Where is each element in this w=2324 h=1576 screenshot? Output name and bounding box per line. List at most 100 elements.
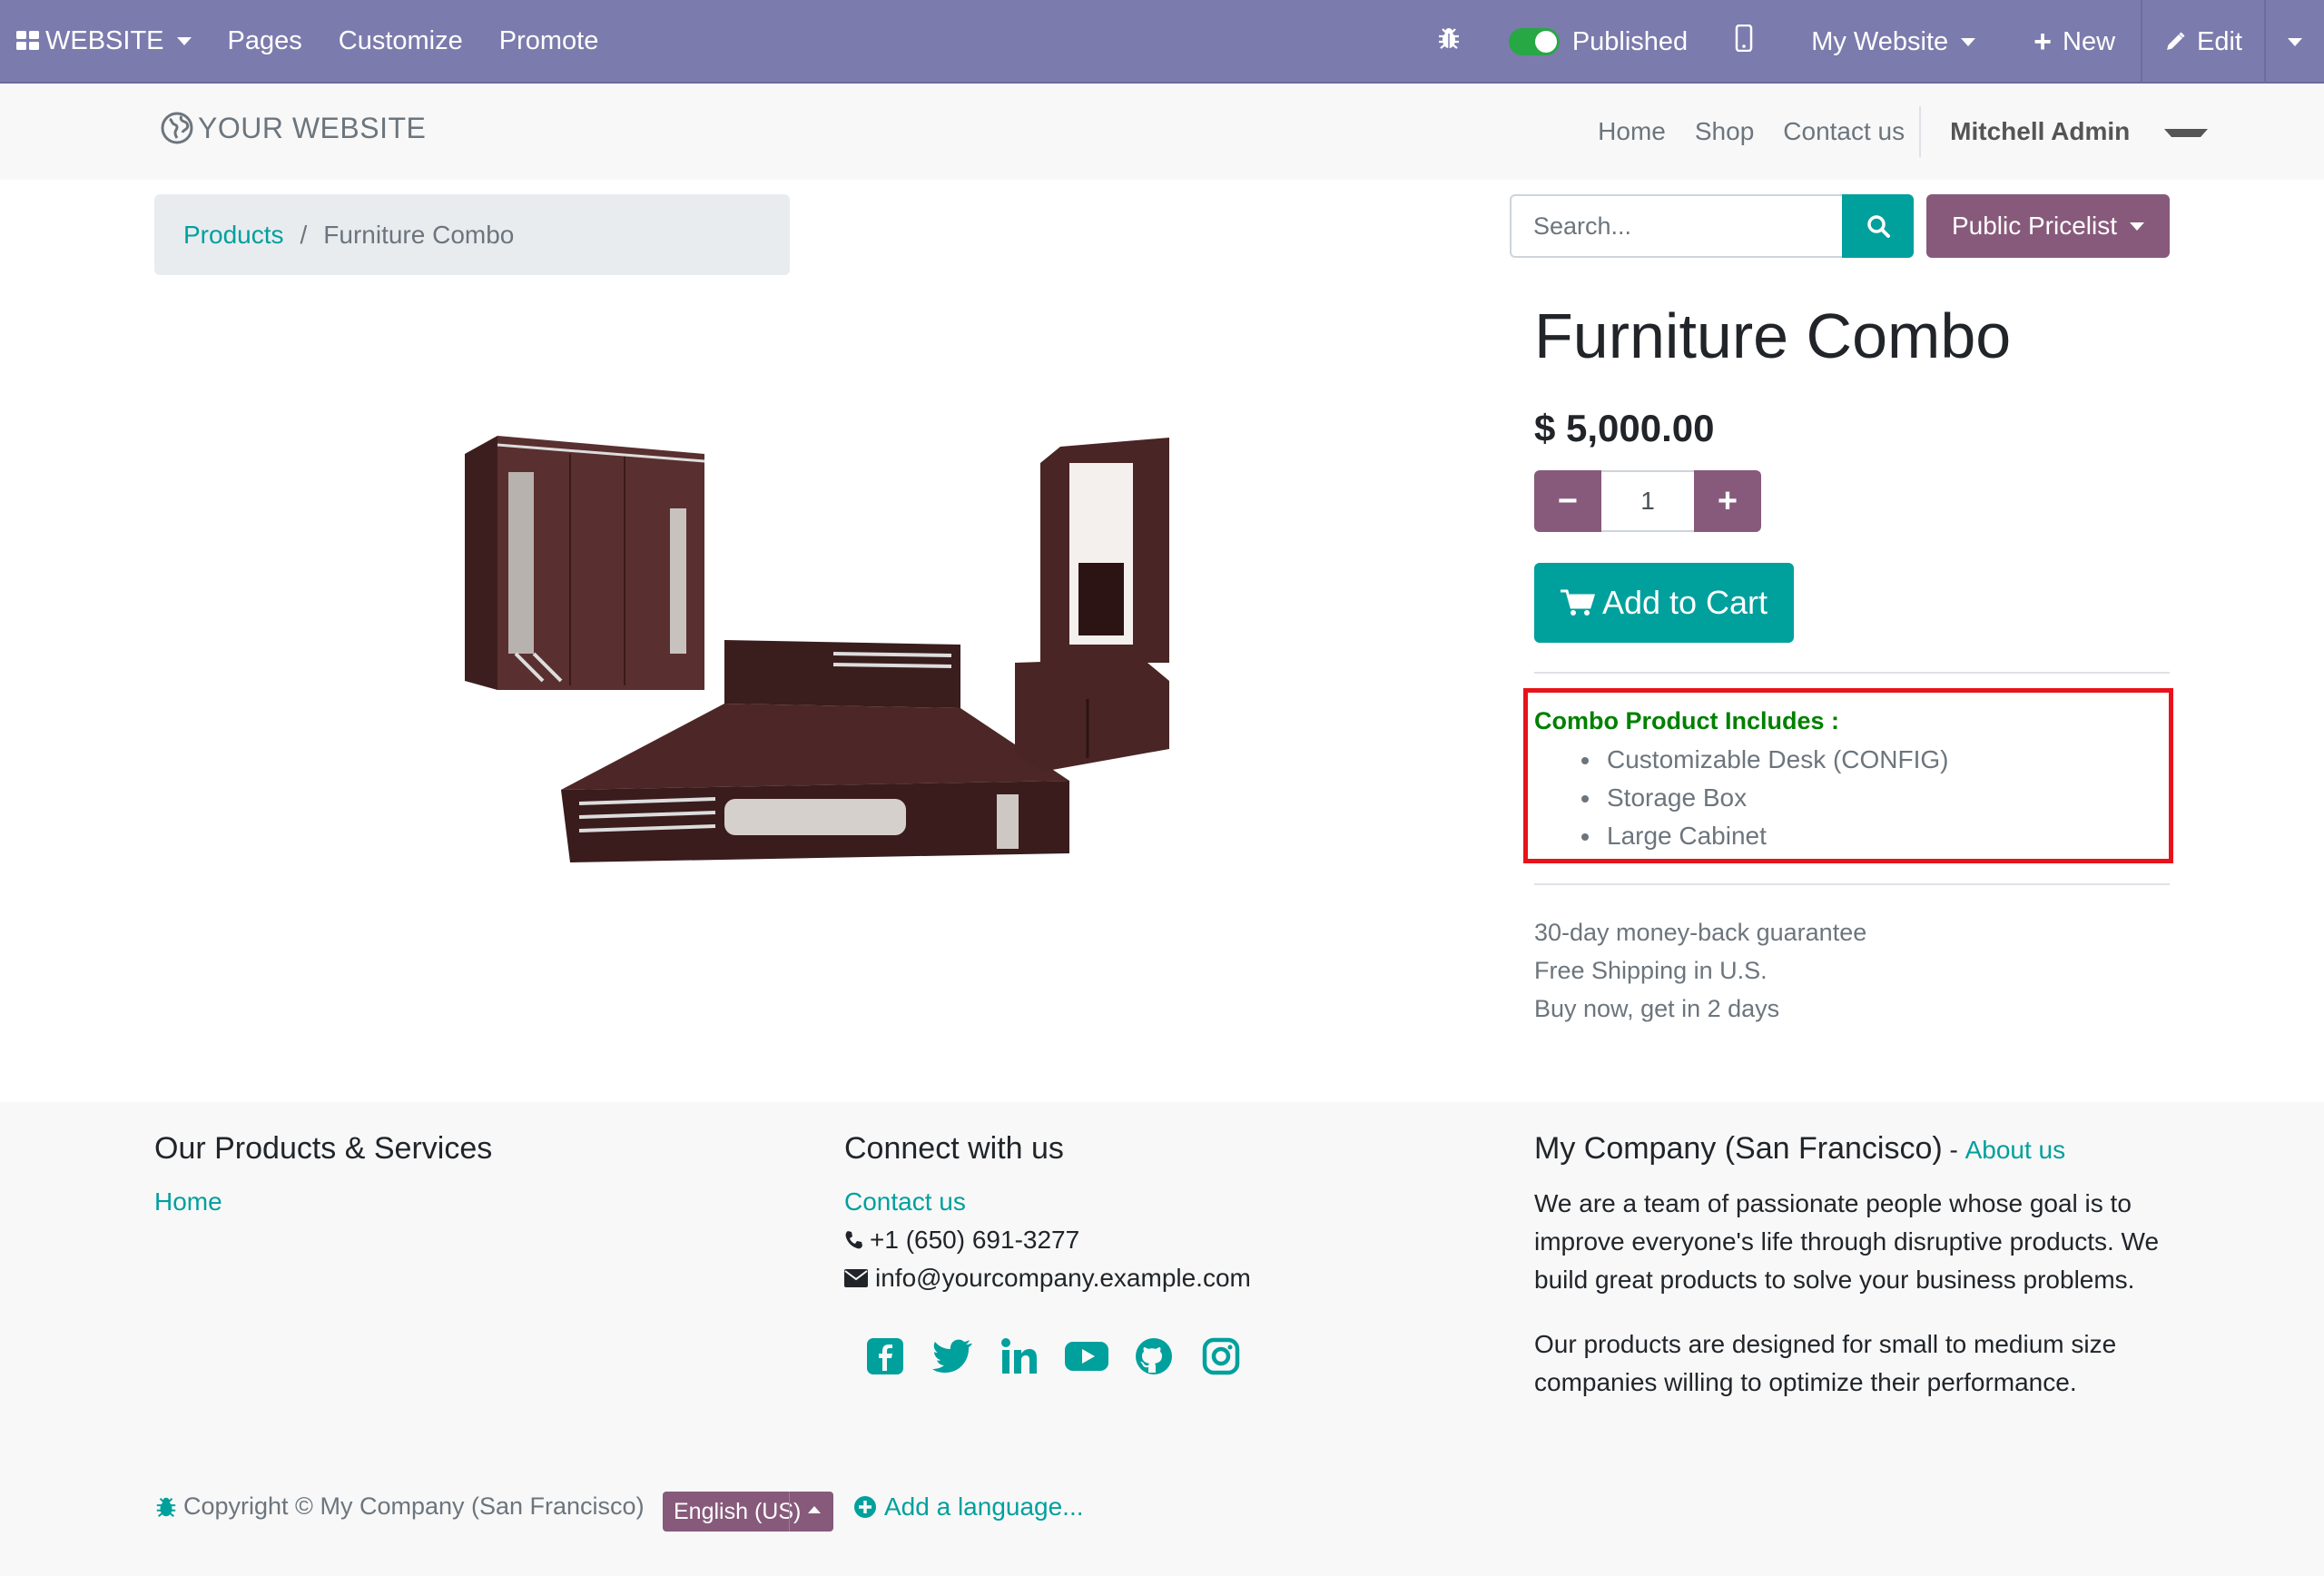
nav-links: Home Shop Contact us Mitchell Admin: [1583, 84, 2222, 180]
nav-home[interactable]: Home: [1583, 117, 1680, 146]
social-links: [852, 1331, 1255, 1382]
add-to-cart-label: Add to Cart: [1601, 584, 1768, 621]
user-menu[interactable]: Mitchell Admin: [1921, 117, 2222, 146]
product-search: [1510, 194, 1914, 258]
mobile-preview-button[interactable]: [1709, 0, 1778, 84]
about-us-link[interactable]: About us: [1965, 1136, 2066, 1165]
nav-contact-us[interactable]: Contact us: [1768, 117, 1919, 146]
guarantee-line: Free Shipping in U.S.: [1534, 957, 1768, 984]
language-label: English (US): [674, 1498, 802, 1524]
language-selector[interactable]: English (US): [663, 1492, 833, 1532]
quantity-input[interactable]: [1601, 470, 1694, 532]
footer-company-heading: My Company (San Francisco) - About us: [1534, 1131, 2065, 1167]
instagram-icon[interactable]: [1187, 1331, 1255, 1382]
admin-bar-right: Published My Website + New Edit: [1411, 0, 2324, 84]
youtube-icon[interactable]: [1053, 1331, 1120, 1382]
globe-icon: [160, 111, 194, 145]
email-address: info@yourcompany.example.com: [875, 1264, 1251, 1292]
list-item: Large Cabinet: [1581, 817, 1949, 855]
logo-text: YOUR WEBSITE: [198, 111, 427, 144]
pricelist-dropdown[interactable]: Public Pricelist: [1926, 194, 2170, 258]
new-label: New: [2063, 26, 2116, 56]
toggle-switch[interactable]: [1508, 28, 1560, 55]
admin-bar: WEBSITE Pages Customize Promote Publishe…: [0, 0, 2324, 84]
plus-icon: +: [1717, 481, 1738, 520]
breadcrumb-separator: /: [300, 220, 308, 249]
divider: [1534, 883, 2170, 885]
plus-icon: +: [2034, 25, 2052, 59]
product-title: Furniture Combo: [1534, 300, 2012, 371]
company-name: My Company (San Francisco): [1534, 1131, 1943, 1166]
published-toggle[interactable]: Published: [1487, 0, 1709, 84]
facebook-icon[interactable]: [852, 1331, 919, 1382]
company-description: We are a team of passionate people whose…: [1534, 1189, 2160, 1294]
footer-contact-link[interactable]: Contact us: [844, 1187, 966, 1216]
bug-icon: [1436, 25, 1462, 58]
guarantee-info: 30-day money-back guarantee Free Shippin…: [1534, 913, 1866, 1028]
footer-connect-heading: Connect with us: [844, 1131, 1064, 1166]
copyright: Copyright © My Company (San Francisco): [154, 1492, 645, 1521]
site-logo[interactable]: YOUR WEBSITE: [160, 111, 426, 145]
pricelist-label: Public Pricelist: [1951, 212, 2118, 240]
website-label: My Website: [1811, 26, 1949, 56]
chevron-down-icon: [2130, 222, 2145, 231]
twitter-icon[interactable]: [919, 1331, 986, 1382]
pencil-icon: [2164, 31, 2186, 53]
increase-quantity-button[interactable]: +: [1694, 470, 1761, 532]
menu-pages[interactable]: Pages: [210, 0, 320, 83]
linkedin-icon[interactable]: [986, 1331, 1053, 1382]
footer-phone: +1 (650) 691-3277: [844, 1226, 1079, 1255]
apps-menu-button[interactable]: WEBSITE: [0, 0, 210, 83]
menu-promote[interactable]: Promote: [481, 0, 617, 83]
footer-home-link[interactable]: Home: [154, 1187, 222, 1216]
add-to-cart-button[interactable]: Add to Cart: [1534, 563, 1794, 643]
site-navbar: YOUR WEBSITE Home Shop Contact us Mitche…: [0, 84, 2324, 180]
footer-email: info@yourcompany.example.com: [844, 1264, 1251, 1293]
combo-items-list: Customizable Desk (CONFIG) Storage Box L…: [1581, 741, 1949, 855]
bug-icon: [154, 1495, 178, 1519]
heading-separator: -: [1942, 1136, 1965, 1164]
menu-customize[interactable]: Customize: [320, 0, 481, 83]
add-language-link[interactable]: Add a language...: [853, 1492, 1084, 1522]
plus-circle-icon: [853, 1495, 877, 1519]
user-name: Mitchell Admin: [1950, 117, 2131, 145]
minus-icon: −: [1557, 481, 1579, 520]
divider: [1534, 672, 2170, 674]
more-dropdown[interactable]: [2266, 0, 2324, 84]
envelope-icon: [844, 1269, 868, 1287]
shopping-cart-icon: [1560, 588, 1595, 617]
chevron-up-icon: [808, 1506, 821, 1513]
product-price: $ 5,000.00: [1534, 407, 1715, 449]
chevron-down-icon: [2164, 129, 2208, 138]
chevron-down-icon: [1961, 37, 1976, 46]
phone-number: +1 (650) 691-3277: [870, 1226, 1080, 1254]
edit-label: Edit: [2197, 26, 2242, 56]
breadcrumb-current: Furniture Combo: [323, 220, 515, 249]
add-language-label: Add a language...: [884, 1492, 1084, 1521]
search-icon: [1866, 213, 1891, 239]
combo-title: Combo Product Includes :: [1534, 707, 1840, 734]
github-icon[interactable]: [1120, 1331, 1187, 1382]
new-button[interactable]: + New: [2008, 0, 2141, 84]
footer-products-heading: Our Products & Services: [154, 1131, 493, 1166]
published-label: Published: [1571, 26, 1689, 56]
debug-button[interactable]: [1411, 0, 1487, 84]
quantity-stepper: − +: [1534, 470, 1761, 532]
decrease-quantity-button[interactable]: −: [1534, 470, 1601, 532]
search-button[interactable]: [1842, 194, 1914, 258]
copyright-text: Copyright © My Company (San Francisco): [183, 1492, 645, 1520]
chevron-down-icon: [176, 36, 192, 45]
breadcrumb: Products / Furniture Combo: [154, 194, 790, 275]
list-item: Customizable Desk (CONFIG): [1581, 741, 1949, 779]
guarantee-line: 30-day money-back guarantee: [1534, 919, 1867, 946]
guarantee-line: Buy now, get in 2 days: [1534, 995, 1780, 1022]
product-image: [452, 427, 1178, 881]
company-description-2: Our products are designed for small to m…: [1534, 1330, 2117, 1396]
search-input[interactable]: [1510, 194, 1842, 258]
edit-button[interactable]: Edit: [2142, 0, 2264, 84]
breadcrumb-products[interactable]: Products: [183, 221, 284, 250]
phone-icon: [844, 1230, 864, 1250]
mobile-phone-icon: [1735, 24, 1753, 59]
nav-shop[interactable]: Shop: [1680, 117, 1768, 146]
my-website-dropdown[interactable]: My Website: [1778, 0, 2008, 84]
